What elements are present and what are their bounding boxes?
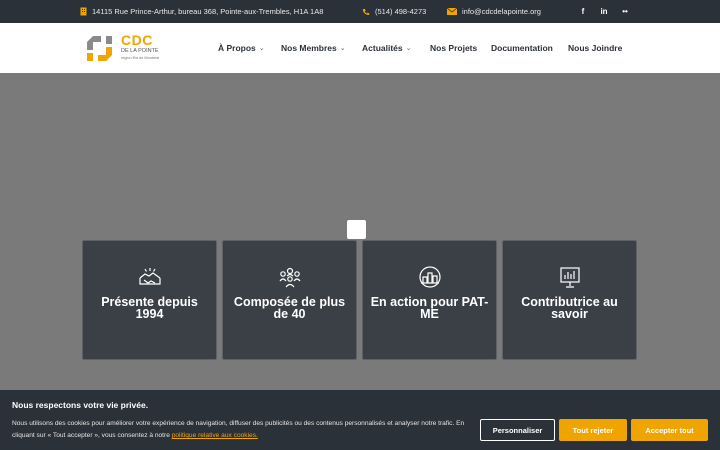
card-title: Présente depuis 1994	[101, 295, 198, 321]
building-icon	[80, 7, 87, 16]
card-title: Contributrice au savoir	[521, 295, 618, 321]
cookie-title: Nous respectons votre vie privée.	[12, 400, 149, 410]
cookie-policy-link[interactable]: politique relative aux cookies.	[172, 432, 258, 439]
accept-all-button[interactable]: Accepter tout	[631, 419, 708, 441]
nav-label: À Propos	[218, 43, 256, 53]
logo-subtitle: DE LA POINTE	[121, 48, 159, 54]
nav-item-nos-projets[interactable]: Nos Projets	[430, 23, 477, 73]
nav-item-nous-joindre[interactable]: Nous Joindre	[568, 23, 622, 73]
cookie-text: Nous utilisons des cookies pour améliore…	[12, 418, 472, 442]
nav-item-a-propos[interactable]: À Propos ⌄	[218, 23, 265, 73]
email-item[interactable]: info@cdcdelapointe.org	[447, 0, 541, 23]
cookie-banner: Nous respectons votre vie privée. Nous u…	[0, 390, 720, 450]
chevron-down-icon: ⌄	[405, 45, 412, 52]
feature-card[interactable]: Contributrice au savoir	[502, 240, 637, 360]
logo-name: CDC	[121, 32, 153, 48]
main-navigation: CDC DE LA POINTE région Est de Montréal …	[0, 23, 720, 73]
presentation-icon	[560, 267, 580, 288]
nav-label: Nous Joindre	[568, 43, 623, 53]
feature-card[interactable]: En action pour PAT-ME	[362, 240, 497, 360]
phone-icon	[363, 8, 370, 15]
envelope-icon	[447, 8, 457, 15]
feature-card[interactable]: Présente depuis 1994	[82, 240, 217, 360]
feature-card[interactable]: Composée de plus de 40	[222, 240, 357, 360]
logo-tagline: région Est de Montréal	[121, 56, 160, 60]
address-text: 14115 Rue Prince-Arthur, bureau 368, Poi…	[92, 7, 324, 16]
phone-text[interactable]: (514) 498-4273	[375, 7, 426, 16]
nav-label: Nos Projets	[430, 43, 478, 53]
email-text[interactable]: info@cdcdelapointe.org	[462, 7, 541, 16]
video-play-button[interactable]	[347, 220, 366, 239]
nav-label: Nos Membres	[281, 43, 337, 53]
facebook-icon[interactable]: f	[576, 0, 590, 23]
reject-all-button[interactable]: Tout rejeter	[559, 419, 627, 441]
chevron-down-icon: ⌄	[258, 45, 265, 52]
card-title: En action pour PAT-ME	[370, 295, 489, 321]
nav-item-nos-membres[interactable]: Nos Membres ⌄	[281, 23, 346, 73]
nav-label: Documentation	[491, 43, 553, 53]
nav-item-documentation[interactable]: Documentation	[491, 23, 553, 73]
nav-item-actualites[interactable]: Actualités ⌄	[362, 23, 412, 73]
handshake-icon	[139, 268, 161, 285]
card-title: Composée de plus de 40	[233, 295, 346, 321]
logo[interactable]: CDC DE LA POINTE région Est de Montréal	[85, 32, 175, 66]
address-item: 14115 Rue Prince-Arthur, bureau 368, Poi…	[80, 0, 323, 23]
group-icon	[279, 267, 301, 288]
linkedin-icon[interactable]: in	[597, 0, 611, 23]
city-icon	[419, 266, 441, 288]
top-contact-bar: 14115 Rue Prince-Arthur, bureau 368, Poi…	[0, 0, 720, 23]
chevron-down-icon: ⌄	[339, 45, 346, 52]
customize-button[interactable]: Personnaliser	[480, 419, 555, 441]
logo-mark-icon	[87, 36, 112, 61]
phone-item[interactable]: (514) 498-4273	[362, 0, 426, 23]
flickr-icon[interactable]: ••	[618, 0, 632, 23]
nav-label: Actualités	[362, 43, 403, 53]
